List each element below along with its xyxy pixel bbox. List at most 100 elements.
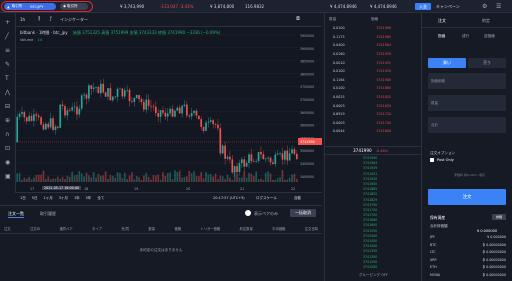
tab-trade-history[interactable]: 取引履歴 (40, 211, 56, 217)
indicator-button[interactable]: インジケーター (60, 17, 88, 23)
tab-order[interactable]: 注文 (438, 18, 446, 24)
campaign-link[interactable]: キャンペーン (436, 4, 460, 10)
zoom-icon[interactable]: ⊕ (5, 117, 10, 124)
trendline-icon[interactable]: ╱ (5, 33, 9, 40)
bid-price: 3741300 (363, 254, 378, 259)
total-input[interactable]: 合計 (428, 117, 506, 133)
timeframe-1[interactable]: 5日 (32, 196, 38, 201)
candle-body (245, 162, 248, 167)
bid-row[interactable]: 3741200 (325, 265, 395, 270)
tab-stop[interactable]: 逆指値 (484, 34, 495, 39)
ask-row[interactable]: 0.0400 3741964 (325, 41, 395, 50)
current-price-label: 3741990 (300, 140, 315, 144)
lock-icon[interactable]: ⊡ (5, 145, 10, 152)
asset-symbol: MONA (430, 272, 441, 277)
ask-row[interactable]: 0.1164 3741900 (325, 76, 395, 85)
candle-body (35, 114, 38, 116)
tab-limit[interactable]: 指値 (438, 34, 445, 39)
tab-execution[interactable]: 約定 (482, 18, 490, 24)
gear-icon[interactable]: ⚙ (482, 3, 487, 10)
volume-bar (188, 170, 191, 182)
ask-row[interactable]: 0.0044 3741600 (325, 127, 395, 136)
volume-bar (226, 174, 229, 182)
timeframe-0[interactable]: 1日 (20, 196, 26, 201)
panel-divider (422, 27, 512, 28)
brush-icon[interactable]: ✎ (5, 61, 10, 68)
submit-order-button[interactable]: 注文 (428, 189, 506, 205)
candle-body (200, 119, 203, 128)
pattern-icon[interactable]: ⋀ (5, 89, 10, 96)
volume-bar (274, 179, 277, 182)
pair-selector[interactable]: ▲ 取引所 BTC/JPY (4, 3, 56, 10)
tab-market[interactable]: 成行 (462, 34, 469, 39)
mode-switch[interactable]: ◉ 取引所 (60, 3, 88, 10)
ask-row[interactable]: 0.0100 3741920 (325, 67, 395, 76)
y-tick-label: 3450000 (300, 162, 314, 166)
interval-button[interactable]: 1h (20, 17, 25, 22)
user-icon[interactable]: ☰ (496, 3, 501, 10)
tab-open-orders[interactable]: 注文一覧 (8, 211, 24, 218)
screenshot-icon[interactable]: ◘ (296, 16, 300, 22)
fx-icon[interactable]: ƒ (50, 16, 52, 22)
ask-row[interactable]: 0.1175 3741965 (325, 33, 395, 42)
y-tick-label: 3700000 (300, 98, 314, 102)
bid-price: 3741750 (363, 202, 378, 207)
y-tick-label: 3650000 (300, 111, 314, 115)
timeframe-5[interactable]: 5年 (86, 196, 92, 201)
timeframe-3[interactable]: 3ヶ月 (59, 196, 68, 201)
eye-icon[interactable]: ◉ (5, 159, 10, 166)
volume-bar (202, 178, 205, 182)
log-scale-toggle[interactable]: ログスケール (256, 196, 277, 201)
fib-icon[interactable]: ≡ (5, 47, 10, 54)
ask-row[interactable]: 0.6929 3741720 (325, 110, 395, 119)
grouping-select[interactable]: グルーピング OFF (359, 273, 388, 278)
pair-only-toggle[interactable] (245, 210, 251, 216)
price-chart[interactable]: 3950000 3900000 3850000 3800000 3750000 37000… (16, 27, 322, 192)
crosshair-icon[interactable]: + (5, 19, 10, 26)
timeframe-4[interactable]: 1年 (74, 196, 80, 201)
limit-price-input[interactable]: 指値価格 (428, 73, 506, 89)
volume-bar (64, 178, 66, 182)
ask-row[interactable]: 0.0100 3741990 (325, 24, 395, 33)
ask-price: 3741939 (376, 52, 391, 57)
bid-price: 3741250 (363, 259, 378, 264)
amount-input[interactable]: 数量 (428, 95, 506, 111)
sell-button[interactable]: 売り (468, 58, 506, 68)
volume-bar (45, 179, 47, 182)
volume-bar (186, 176, 188, 182)
measure-icon[interactable]: ⊟ (5, 103, 10, 110)
volume-bar (200, 172, 203, 182)
volume-bar (183, 176, 186, 182)
deposit-button[interactable]: 入金 (415, 3, 431, 10)
ask-amount: 0.0025 (333, 95, 345, 100)
bid-price: 3741990 (363, 156, 378, 160)
ask-row[interactable]: 0.0160 3741939 (325, 50, 395, 59)
ask-row[interactable]: 0.0025 3741852 (325, 93, 395, 102)
assets-detail-button[interactable]: 詳細 (492, 214, 506, 220)
trash-icon[interactable]: ▣ (5, 173, 11, 180)
candle-body (219, 128, 222, 154)
timeframe-6[interactable]: 全て (97, 196, 104, 201)
text-icon[interactable]: T (5, 75, 9, 82)
volume-bar (119, 173, 121, 182)
candle-body (88, 85, 90, 99)
buy-button[interactable]: 買い (428, 58, 466, 68)
y-tick-label: 3900000 (300, 47, 314, 51)
auto-scale-toggle[interactable]: 自動 (294, 196, 301, 201)
timeframe-2[interactable]: 1ヶ月 (43, 196, 52, 201)
volume-bar (245, 177, 248, 182)
volume-bar (143, 175, 145, 182)
asset-row: ETH ₿ 0.00000000 (430, 265, 506, 273)
cancel-all-button[interactable]: 一括取消 (290, 209, 316, 217)
asset-amount: ₿ 0.00000000 (482, 257, 506, 262)
candle-body (231, 159, 234, 173)
magnet-icon[interactable]: ∩ (5, 131, 9, 138)
ask-row[interactable]: 0.0100 3741885 (325, 84, 395, 93)
ask-row[interactable]: 0.0003 3741700 (325, 119, 395, 128)
ask-row[interactable]: 0.0003 3741829 (325, 101, 395, 110)
post-only-checkbox[interactable] (430, 158, 434, 162)
candle-style-icon[interactable]: ⫼ (38, 16, 40, 22)
candle-body (224, 145, 226, 159)
candle-body (195, 110, 198, 116)
ask-row[interactable]: 0.0010 3741931 (325, 58, 395, 67)
